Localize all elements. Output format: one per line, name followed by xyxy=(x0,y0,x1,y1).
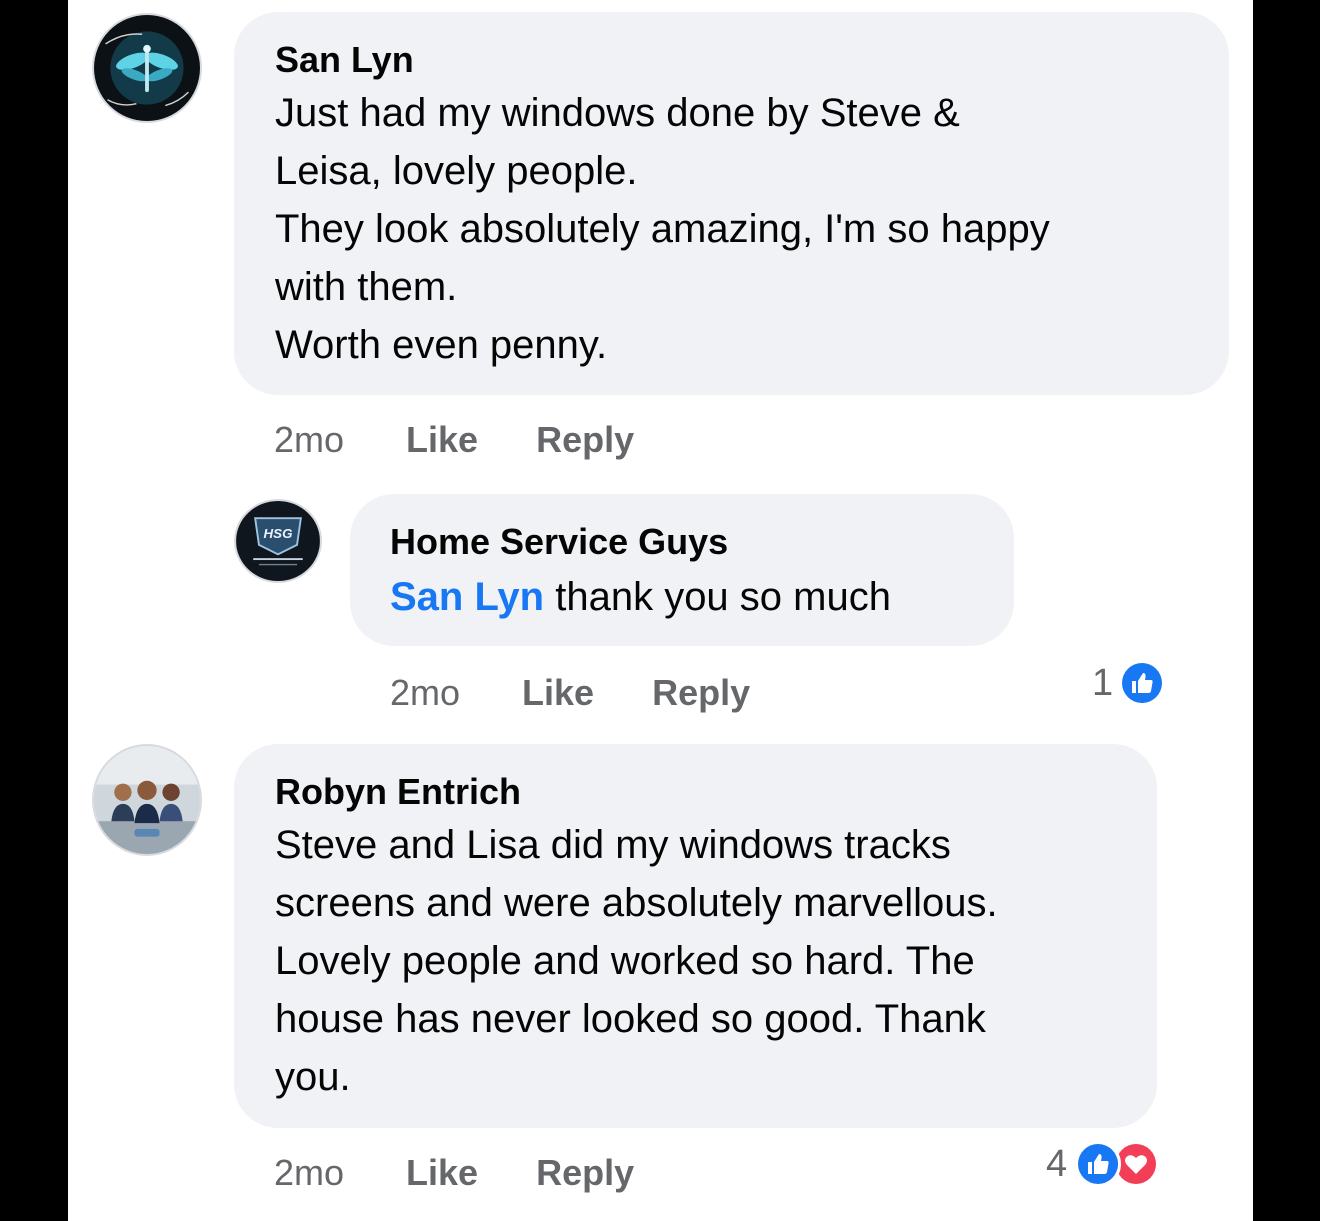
reply-bubble: Home Service Guys San Lyn thank you so m… xyxy=(350,494,1014,646)
reply-button[interactable]: Reply xyxy=(536,418,634,462)
reaction-count: 4 xyxy=(1046,1142,1068,1185)
like-reaction-icon xyxy=(1075,1141,1122,1187)
comment-text-line: Worth even penny. xyxy=(275,323,608,367)
comment-meta: 2mo Like Reply xyxy=(274,418,634,462)
reply-button[interactable]: Reply xyxy=(536,1151,634,1195)
comment-author[interactable]: San Lyn xyxy=(275,38,1189,82)
comment-text-line: you. xyxy=(275,1055,351,1099)
home-service-guys-avatar[interactable]: HSG xyxy=(234,499,322,583)
comment-text: Just had my windows done by Steve & Leis… xyxy=(275,84,1189,374)
comment-text-line: Just had my windows done by Steve & xyxy=(275,91,960,135)
comment-text-line: house has never looked so good. Thank xyxy=(275,997,986,1041)
comment-text-line: with them. xyxy=(275,265,458,309)
group-photo-icon xyxy=(94,746,200,854)
like-button[interactable]: Like xyxy=(522,671,594,715)
comment-author[interactable]: Robyn Entrich xyxy=(275,770,1117,814)
reply-text: San Lyn thank you so much xyxy=(390,568,974,626)
comment-timestamp[interactable]: 2mo xyxy=(274,1151,344,1195)
reply-author[interactable]: Home Service Guys xyxy=(390,520,974,564)
comment-timestamp[interactable]: 2mo xyxy=(274,418,344,462)
like-button[interactable]: Like xyxy=(406,1151,478,1195)
reaction-count: 1 xyxy=(1092,661,1114,704)
comment-text-line: Steve and Lisa did my windows tracks xyxy=(275,823,951,867)
reaction-summary[interactable]: 4 xyxy=(1046,1141,1160,1187)
reply-button[interactable]: Reply xyxy=(652,671,750,715)
san-lyn-avatar[interactable] xyxy=(92,13,202,123)
reply-meta: 2mo Like Reply xyxy=(390,671,750,715)
reply-text-line: San Lyn thank you so much xyxy=(390,568,974,626)
comment-thread: San Lyn Just had my windows done by Stev… xyxy=(68,0,1253,1221)
hsg-logo-icon: HSG xyxy=(236,501,320,581)
like-reaction-icon xyxy=(1119,660,1166,706)
comment-text-line: screens and were absolutely marvellous. xyxy=(275,881,998,925)
hsg-logo-text: HSG xyxy=(264,526,293,541)
reply-message: thank you so much xyxy=(544,575,891,619)
like-button[interactable]: Like xyxy=(406,418,478,462)
reaction-summary[interactable]: 1 xyxy=(1092,660,1166,706)
comment-text-line: Leisa, lovely people. xyxy=(275,149,638,193)
mention-link[interactable]: San Lyn xyxy=(390,575,544,619)
comment-text-line: They look absolutely amazing, I'm so hap… xyxy=(275,207,1050,251)
robyn-entrich-avatar[interactable] xyxy=(92,744,202,856)
comment-text: Steve and Lisa did my windows tracks scr… xyxy=(275,816,1117,1106)
reply-timestamp[interactable]: 2mo xyxy=(390,671,460,715)
dragonfly-icon xyxy=(94,15,200,121)
comment-bubble: Robyn Entrich Steve and Lisa did my wind… xyxy=(234,744,1157,1128)
comment-meta: 2mo Like Reply xyxy=(274,1151,634,1195)
comment-bubble: San Lyn Just had my windows done by Stev… xyxy=(234,12,1229,395)
comment-text-line: Lovely people and worked so hard. The xyxy=(275,939,975,983)
